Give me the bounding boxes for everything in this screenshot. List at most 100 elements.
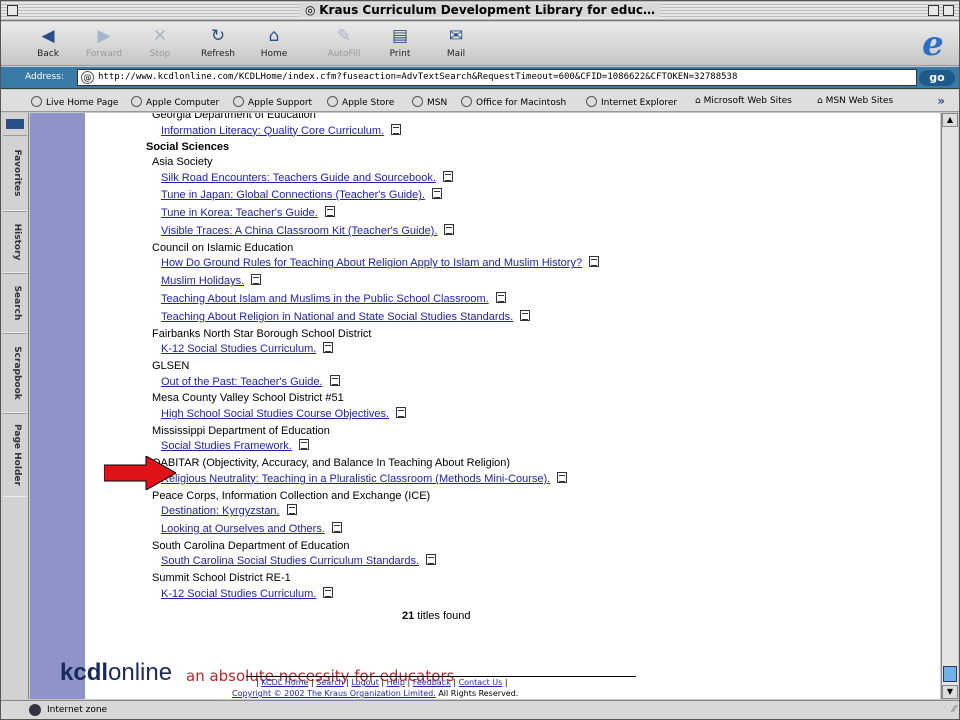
document-icon[interactable] [426, 554, 437, 566]
document-icon[interactable] [251, 274, 262, 286]
scroll-thumb[interactable] [943, 666, 957, 682]
stop-icon: ✕ [152, 26, 168, 46]
fav-apple-computer[interactable]: Apple Computer [131, 96, 219, 108]
tab-scrapbook[interactable]: Scrapbook [3, 333, 27, 413]
back-button[interactable]: ◀ Back [23, 26, 73, 59]
resource-link[interactable]: Silk Road Encounters: Teachers Guide and… [161, 170, 453, 184]
zoom-box[interactable] [928, 5, 939, 16]
document-icon[interactable] [391, 123, 402, 135]
tab-search[interactable]: Search [3, 273, 27, 333]
document-icon[interactable] [286, 504, 297, 516]
document-icon[interactable] [589, 256, 600, 268]
row-text[interactable]: Looking at Ourselves and Others. [161, 523, 325, 535]
resource-link[interactable]: Destination: Kyrgyzstan. [161, 504, 297, 517]
row-text[interactable]: Destination: Kyrgyzstan. [161, 505, 280, 517]
collapse-box[interactable] [943, 5, 954, 16]
row-text[interactable]: South Carolina Social Studies Curriculum… [161, 555, 419, 567]
row-text[interactable]: How Do Ground Rules for Teaching About R… [161, 257, 582, 269]
sidebar-grip-icon[interactable] [6, 119, 24, 129]
row-text: Mesa County Valley School District #51 [152, 392, 344, 405]
document-icon[interactable] [520, 309, 531, 321]
copyright-link[interactable]: Copyright © 2002 The Kraus Organization … [232, 689, 436, 698]
resource-link[interactable]: Muslim Holidays. [161, 274, 262, 287]
fav-msn-web-sites[interactable]: ⌂ MSN Web Sites [817, 96, 893, 106]
tab-page-holder[interactable]: Page Holder [3, 413, 27, 497]
resource-link[interactable]: Information Literacy: Quality Core Curri… [161, 123, 402, 137]
row-text[interactable]: K-12 Social Studies Curriculum. [161, 343, 316, 355]
document-icon[interactable] [442, 170, 453, 182]
document-icon[interactable] [323, 586, 334, 598]
favorites-more-icon[interactable]: » [937, 94, 945, 108]
footer-link-search[interactable]: Search [316, 678, 343, 687]
address-url[interactable]: http://www.kcdlonline.com/KCDLHome/index… [98, 72, 737, 82]
close-box[interactable] [7, 5, 18, 16]
row-text[interactable]: High School Social Studies Course Object… [161, 408, 389, 420]
resource-link[interactable]: Teaching About Islam and Muslims in the … [161, 292, 506, 305]
resource-link[interactable]: Tune in Japan: Global Connections (Teach… [161, 188, 443, 201]
fav-apple-store[interactable]: Apple Store [327, 96, 394, 108]
row-text[interactable]: Social Studies Framework. [161, 440, 292, 452]
resource-link[interactable]: High School Social Studies Course Object… [161, 407, 407, 420]
document-icon[interactable] [557, 471, 568, 483]
stop-button[interactable]: ✕ Stop [135, 26, 185, 59]
fav-microsoft-web-sites[interactable]: ⌂ Microsoft Web Sites [695, 96, 792, 106]
mail-button[interactable]: ✉ Mail [431, 26, 481, 59]
document-icon[interactable] [432, 188, 443, 200]
row-text[interactable]: Visible Traces: A China Classroom Kit (T… [161, 225, 437, 237]
document-icon[interactable] [396, 407, 407, 418]
footer-link-feedback[interactable]: Feedback [413, 678, 451, 687]
forward-button[interactable]: ▶ Forward [79, 26, 129, 59]
resource-link[interactable]: Visible Traces: A China Classroom Kit (T… [161, 224, 455, 237]
resource-link[interactable]: South Carolina Social Studies Curriculum… [161, 554, 437, 567]
go-button[interactable]: go [919, 70, 955, 86]
address-field[interactable]: @ http://www.kcdlonline.com/KCDLHome/ind… [77, 69, 917, 86]
resource-link[interactable]: K-12 Social Studies Curriculum. [161, 342, 334, 355]
resource-link[interactable]: Teaching About Religion in National and … [161, 309, 531, 323]
resource-link[interactable]: Religious Neutrality: Teaching in a Plur… [161, 471, 568, 485]
resize-grip-icon[interactable]: ⁄⁄ [953, 704, 956, 715]
footer-link-help[interactable]: Help [387, 678, 405, 687]
resource-link[interactable]: Social Studies Framework. [161, 439, 309, 452]
resource-link[interactable]: How Do Ground Rules for Teaching About R… [161, 256, 600, 269]
print-button[interactable]: ▤ Print [375, 26, 425, 59]
resource-link[interactable]: K-12 Social Studies Curriculum. [161, 586, 334, 600]
row-text[interactable]: Information Literacy: Quality Core Curri… [161, 125, 384, 137]
row-text[interactable]: Muslim Holidays. [161, 275, 244, 287]
fav-internet-explorer[interactable]: Internet Explorer [586, 96, 677, 108]
row-text[interactable]: K-12 Social Studies Curriculum. [161, 588, 316, 600]
scroll-down-icon[interactable]: ▼ [942, 685, 958, 699]
title-bar[interactable]: ◎ Kraus Curriculum Development Library f… [1, 1, 959, 21]
kcdl-logo[interactable]: kcdlonline [60, 659, 172, 687]
scroll-up-icon[interactable]: ▲ [942, 113, 958, 127]
resource-link[interactable]: Tune in Korea: Teacher's Guide. [161, 206, 335, 219]
document-icon[interactable] [323, 342, 334, 354]
footer-link-logout[interactable]: Logout [351, 678, 378, 687]
document-icon[interactable] [495, 292, 506, 303]
home-button[interactable]: ⌂ Home [249, 26, 299, 59]
row-text[interactable]: Silk Road Encounters: Teachers Guide and… [161, 172, 436, 184]
row-text[interactable]: Religious Neutrality: Teaching in a Plur… [161, 473, 550, 485]
resource-link[interactable]: Out of the Past: Teacher's Guide. [161, 374, 340, 388]
document-icon[interactable] [444, 224, 455, 235]
footer-link-contact[interactable]: Contact Us [459, 678, 503, 687]
resource-link[interactable]: Looking at Ourselves and Others. [161, 522, 342, 535]
internet-zone-icon [29, 704, 41, 716]
row-text[interactable]: Tune in Japan: Global Connections (Teach… [161, 189, 425, 201]
document-icon[interactable] [324, 206, 335, 218]
tab-favorites[interactable]: Favorites [3, 135, 27, 211]
autofill-button[interactable]: ✎ AutoFill [319, 26, 369, 59]
row-text[interactable]: Teaching About Religion in National and … [161, 311, 513, 323]
row-text[interactable]: Teaching About Islam and Muslims in the … [161, 293, 489, 305]
fav-apple-support[interactable]: Apple Support [233, 96, 312, 108]
document-icon[interactable] [329, 374, 340, 386]
refresh-button[interactable]: ↻ Refresh [193, 26, 243, 59]
fav-office-for-macintosh[interactable]: Office for Macintosh [461, 96, 566, 108]
footer-link-home[interactable]: KCDL Home [261, 678, 308, 687]
fav-live-home-page[interactable]: Live Home Page [31, 96, 118, 108]
document-icon[interactable] [298, 439, 309, 451]
row-text[interactable]: Tune in Korea: Teacher's Guide. [161, 207, 318, 219]
row-text[interactable]: Out of the Past: Teacher's Guide. [161, 376, 323, 388]
fav-msn[interactable]: MSN [412, 96, 447, 108]
vertical-scrollbar[interactable]: ▲ ▼ [941, 113, 958, 699]
document-icon[interactable] [331, 522, 342, 533]
